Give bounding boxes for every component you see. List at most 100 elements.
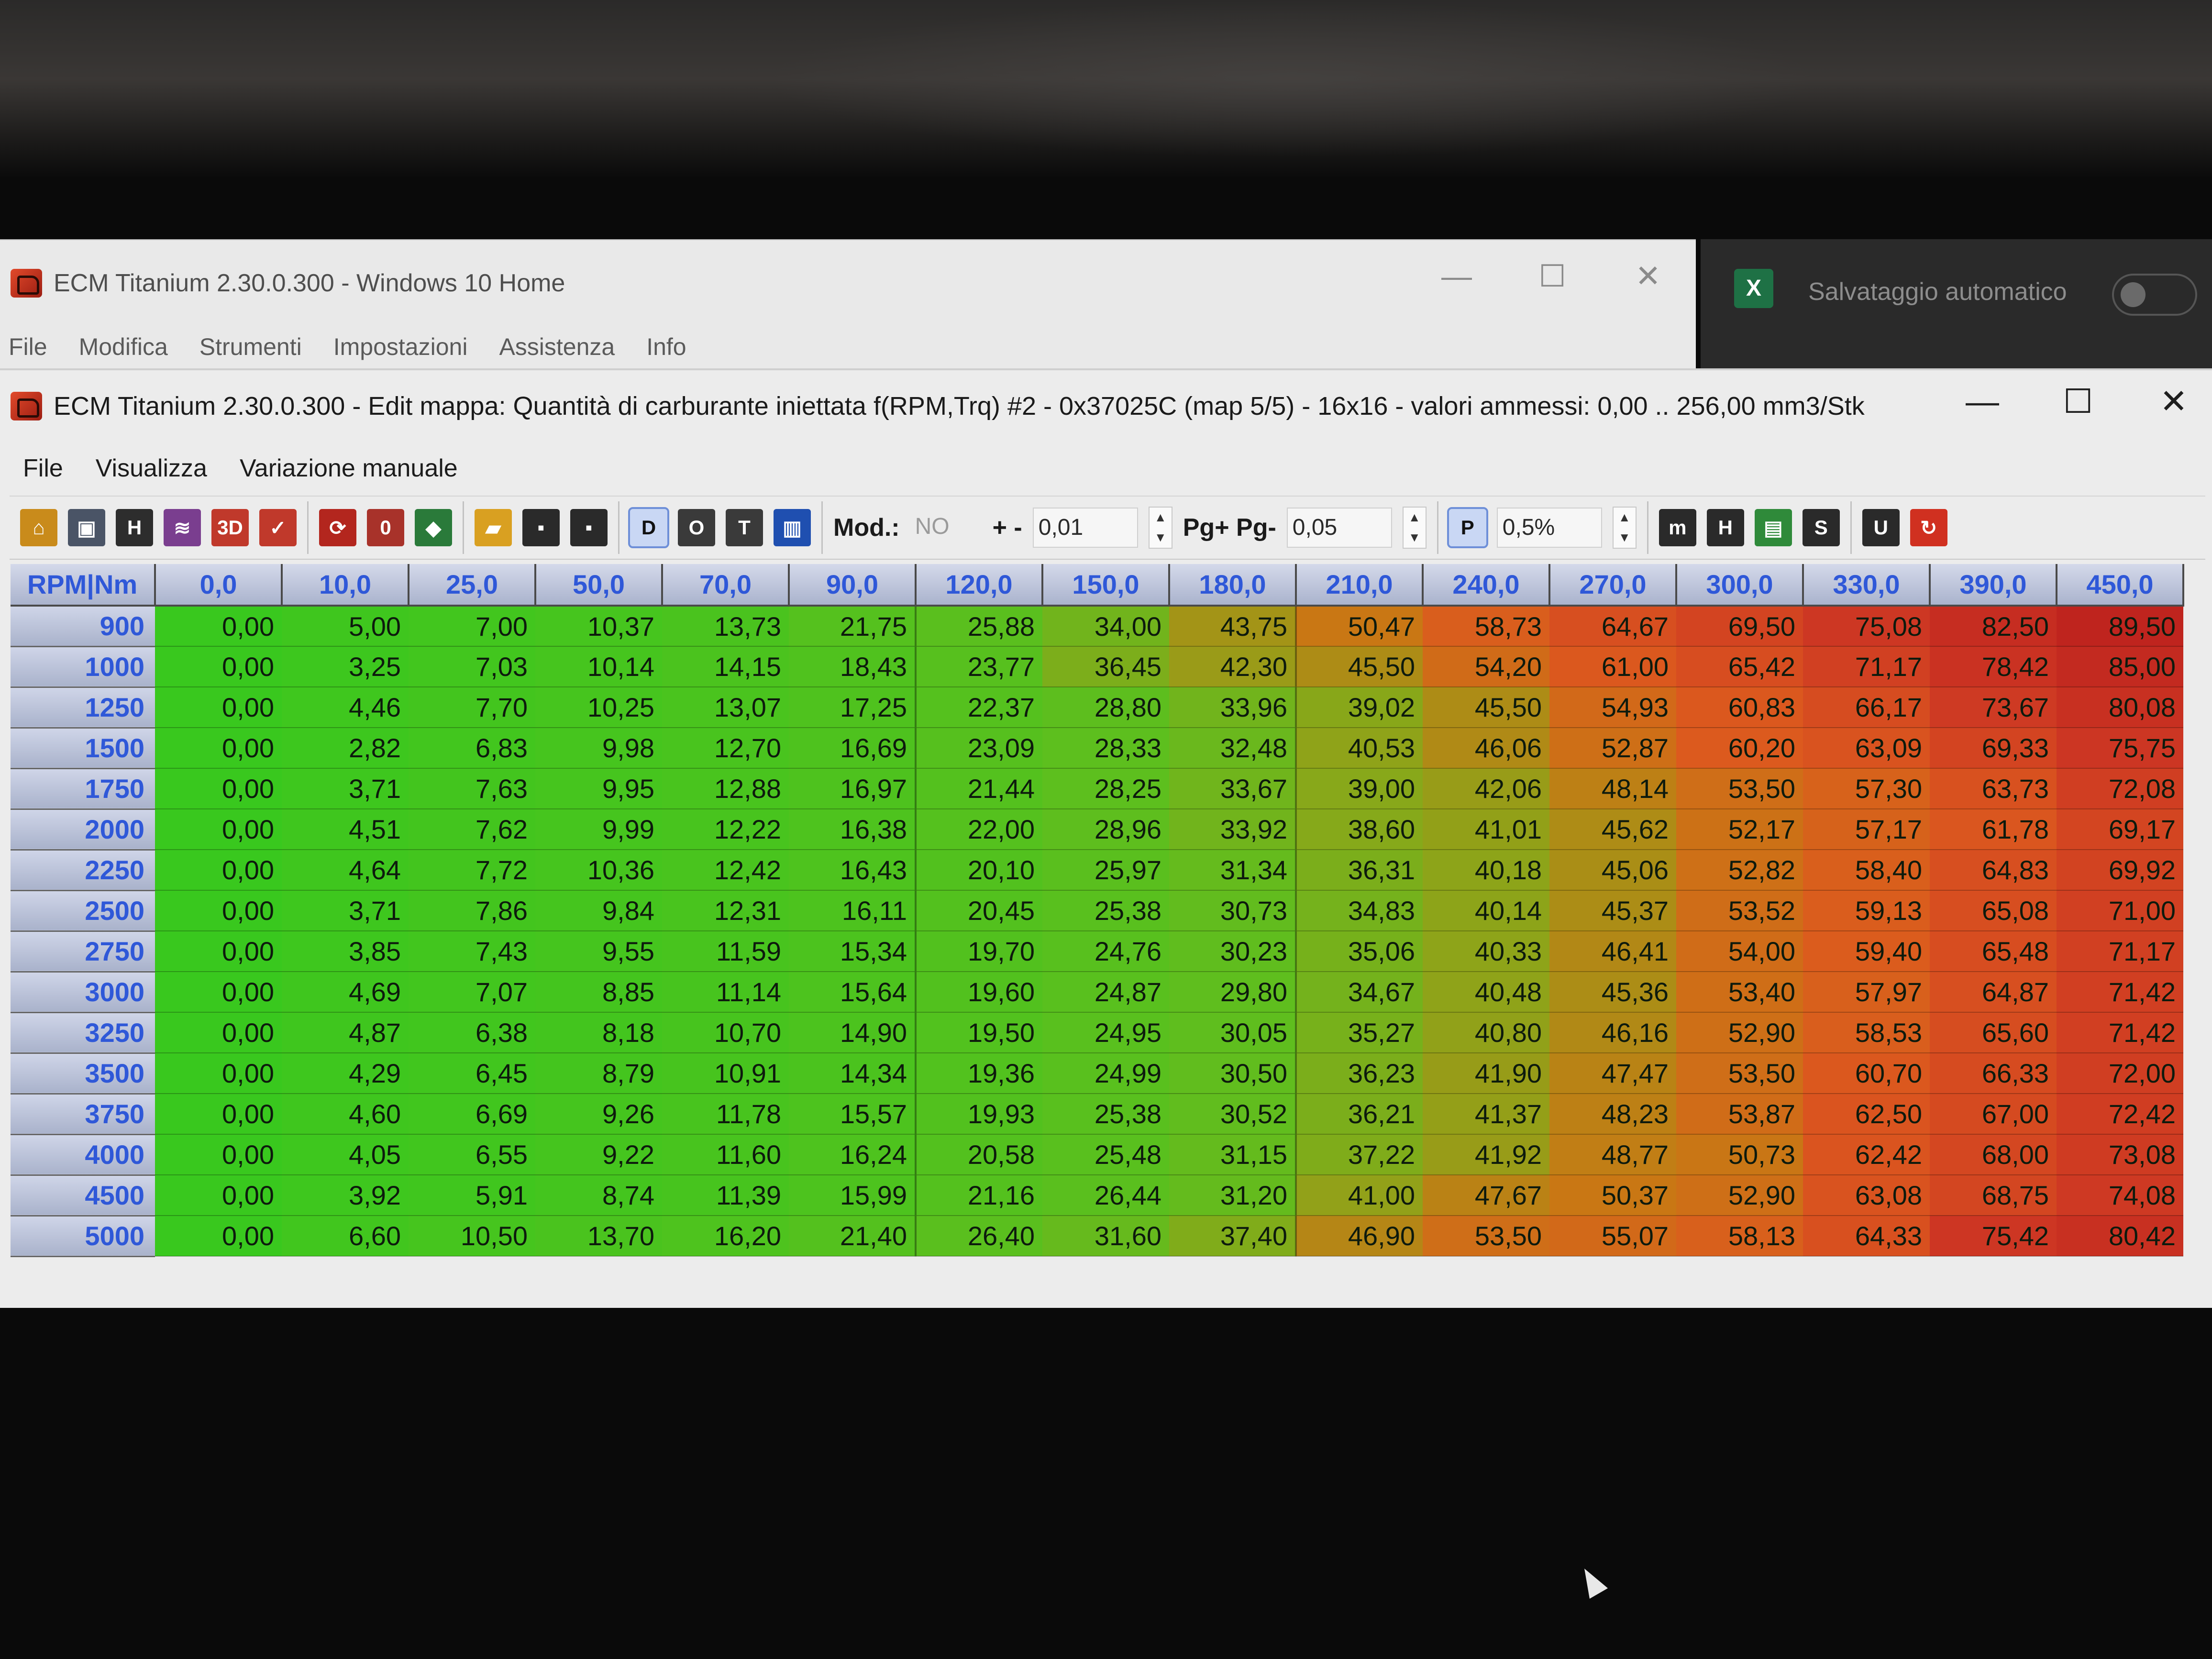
map-cell[interactable]: 9,95 [535, 768, 662, 809]
edit-minimize-button[interactable]: — [1949, 380, 2016, 423]
map-cell[interactable]: 52,90 [1676, 1175, 1803, 1216]
map-cell[interactable]: 10,50 [409, 1216, 535, 1257]
map-cell[interactable]: 25,88 [916, 606, 1042, 647]
map-cell[interactable]: 62,42 [1803, 1134, 1930, 1175]
map-cell[interactable]: 60,20 [1676, 728, 1803, 769]
map-cell[interactable]: 34,83 [1296, 890, 1423, 931]
map-cell[interactable]: 9,26 [535, 1094, 662, 1135]
pg-spinner[interactable]: ▲ ▼ [1402, 507, 1427, 549]
map-cell[interactable]: 16,24 [789, 1134, 917, 1175]
map-cell[interactable]: 3,71 [282, 890, 409, 931]
map-cell[interactable]: 35,06 [1296, 931, 1423, 972]
map-cell[interactable]: 24,76 [1042, 931, 1169, 972]
map-cell[interactable]: 10,25 [535, 687, 662, 728]
map-cell[interactable]: 14,90 [789, 1012, 917, 1053]
spin-down-icon[interactable]: ▼ [1404, 528, 1426, 548]
map-cell[interactable]: 71,17 [2057, 931, 2183, 972]
map-cell[interactable]: 13,70 [535, 1216, 662, 1257]
map-cell[interactable]: 53,87 [1676, 1094, 1803, 1135]
map-cell[interactable]: 89,50 [2057, 606, 2183, 647]
map-cell[interactable]: 73,08 [2057, 1134, 2183, 1175]
map-cell[interactable]: 21,75 [789, 606, 917, 647]
map-cell[interactable]: 59,40 [1803, 931, 1930, 972]
map-cell[interactable]: 41,00 [1296, 1175, 1423, 1216]
map-cell[interactable]: 73,67 [1930, 687, 2057, 728]
map-cell[interactable]: 30,50 [1169, 1053, 1297, 1094]
map-cell[interactable]: 46,06 [1423, 728, 1549, 769]
spin-down-icon[interactable]: ▼ [1614, 528, 1636, 548]
map-cell[interactable]: 0,00 [155, 1134, 282, 1175]
map-cell[interactable]: 3,71 [282, 768, 409, 809]
map-cell[interactable]: 47,47 [1549, 1053, 1676, 1094]
map-cell[interactable]: 65,08 [1930, 890, 2057, 931]
color-icon[interactable]: ▤ [1754, 509, 1792, 546]
save-as-icon[interactable]: ▪ [570, 509, 608, 546]
map-cell[interactable]: 30,73 [1169, 890, 1297, 931]
edit-menu-variazione[interactable]: Variazione manuale [240, 454, 458, 483]
map-cell[interactable]: 82,50 [1930, 606, 2057, 647]
map-cell[interactable]: 28,96 [1042, 809, 1169, 850]
map-cell[interactable]: 64,33 [1803, 1216, 1930, 1257]
map-cell[interactable]: 71,42 [2057, 972, 2183, 1013]
map-cell[interactable]: 42,30 [1169, 646, 1297, 687]
spin-down-icon[interactable]: ▼ [1150, 528, 1172, 548]
map-cell[interactable]: 43,75 [1169, 606, 1297, 647]
map-cell[interactable]: 53,50 [1423, 1216, 1549, 1257]
mod-value-field[interactable]: NO [910, 508, 982, 548]
map-cell[interactable]: 68,75 [1930, 1175, 2057, 1216]
zero-icon[interactable]: 0 [367, 509, 404, 546]
map-cell[interactable]: 50,73 [1676, 1134, 1803, 1175]
map-cell[interactable]: 40,18 [1423, 850, 1549, 891]
map-cell[interactable]: 12,31 [662, 890, 789, 931]
map-cell[interactable]: 23,77 [916, 646, 1042, 687]
map-cell[interactable]: 14,34 [789, 1053, 917, 1094]
excel-icon[interactable]: X [1734, 269, 1773, 308]
percent-input[interactable]: 0,5% [1496, 508, 1602, 548]
map-cell[interactable]: 7,62 [409, 809, 535, 850]
map-cell[interactable]: 19,60 [916, 972, 1042, 1013]
spin-up-icon[interactable]: ▲ [1404, 508, 1426, 528]
map-cell[interactable]: 62,50 [1803, 1094, 1930, 1135]
main-maximize-button[interactable]: ☐ [1524, 254, 1581, 298]
h-icon[interactable]: H [116, 509, 153, 546]
map-cell[interactable]: 8,85 [535, 972, 662, 1013]
map-cell[interactable]: 4,87 [282, 1012, 409, 1053]
map-cell[interactable]: 65,42 [1676, 646, 1803, 687]
map-cell[interactable]: 40,53 [1296, 728, 1423, 769]
map-cell[interactable]: 45,50 [1423, 687, 1549, 728]
map-cell[interactable]: 28,33 [1042, 728, 1169, 769]
map-cell[interactable]: 4,51 [282, 809, 409, 850]
windows-icon[interactable]: ▣ [68, 509, 105, 546]
map-cell[interactable]: 33,96 [1169, 687, 1297, 728]
map-cell[interactable]: 36,45 [1042, 646, 1169, 687]
map-cell[interactable]: 13,73 [662, 606, 789, 647]
map-cell[interactable]: 9,22 [535, 1134, 662, 1175]
map-cell[interactable]: 14,15 [662, 646, 789, 687]
map-cell[interactable]: 31,60 [1042, 1216, 1169, 1257]
map-cell[interactable]: 58,73 [1423, 606, 1549, 647]
map-cell[interactable]: 71,00 [2057, 890, 2183, 931]
map-cell[interactable]: 0,00 [155, 850, 282, 891]
map-cell[interactable]: 8,74 [535, 1175, 662, 1216]
map-cell[interactable]: 63,73 [1930, 768, 2057, 809]
map-cell[interactable]: 65,48 [1930, 931, 2057, 972]
map-cell[interactable]: 54,93 [1549, 687, 1676, 728]
map-cell[interactable]: 39,00 [1296, 768, 1423, 809]
map-cell[interactable]: 53,40 [1676, 972, 1803, 1013]
map-cell[interactable]: 16,11 [789, 890, 917, 931]
map-cell[interactable]: 75,08 [1803, 606, 1930, 647]
graph-icon[interactable]: ≋ [164, 509, 201, 546]
map-cell[interactable]: 7,00 [409, 606, 535, 647]
map-cell[interactable]: 0,00 [155, 728, 282, 769]
map-cell[interactable]: 31,34 [1169, 850, 1297, 891]
map-cell[interactable]: 45,37 [1549, 890, 1676, 931]
map-cell[interactable]: 54,00 [1676, 931, 1803, 972]
map-cell[interactable]: 52,17 [1676, 809, 1803, 850]
map-cell[interactable]: 3,85 [282, 931, 409, 972]
map-cell[interactable]: 9,99 [535, 809, 662, 850]
map-cell[interactable]: 7,86 [409, 890, 535, 931]
m-icon[interactable]: m [1659, 509, 1696, 546]
map-cell[interactable]: 7,70 [409, 687, 535, 728]
map-cell[interactable]: 45,62 [1549, 809, 1676, 850]
map-cell[interactable]: 58,40 [1803, 850, 1930, 891]
